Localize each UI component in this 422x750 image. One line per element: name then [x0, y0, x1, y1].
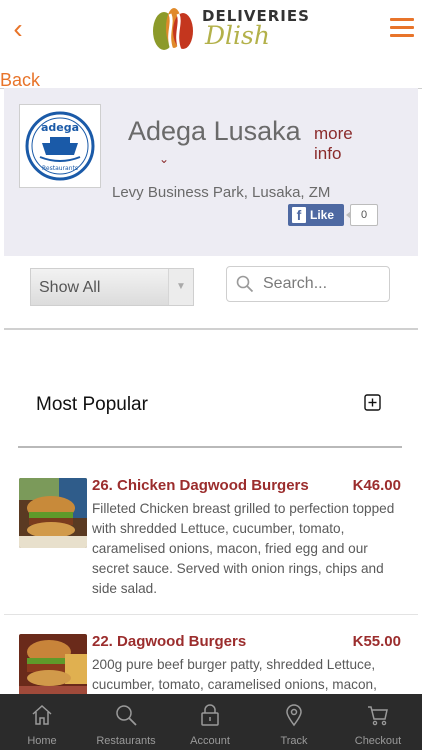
- menu-item-description: Filleted Chicken breast grilled to perfe…: [92, 501, 395, 596]
- more-info-label[interactable]: more info: [314, 124, 378, 164]
- cart-icon: [368, 706, 388, 726]
- back-row: Back: [0, 62, 422, 90]
- more-info-text[interactable]: more info: [314, 124, 353, 163]
- adega-logo-icon: adega Restaurants: [25, 111, 95, 181]
- menu-item-name: 26. Chicken Dagwood Burgers: [92, 477, 309, 494]
- menu-item[interactable]: 26. Chicken Dagwood Burgers K46.00 Fille…: [4, 460, 418, 615]
- category-select-value: Show All: [39, 279, 101, 296]
- restaurant-header: adega Restaurants Adega Lusaka more info…: [4, 88, 418, 256]
- top-bar: ‹ DELIVERIES Dlish: [0, 0, 422, 60]
- section-title: Most Popular: [36, 394, 148, 415]
- logo-mark-icon: [153, 8, 193, 51]
- facebook-like-label: Like: [310, 208, 335, 222]
- section-divider: [18, 446, 402, 448]
- home-icon: [32, 704, 52, 725]
- lock-icon: [201, 704, 219, 726]
- nav-label: Track: [280, 735, 308, 747]
- nav-tab-track[interactable]: Track: [252, 694, 336, 750]
- section-header[interactable]: Most Popular: [4, 330, 418, 448]
- logo-text-top: adega: [41, 121, 79, 134]
- nav-tab-account[interactable]: Account: [168, 694, 252, 750]
- nav-label: Checkout: [354, 735, 402, 747]
- select-arrow-icon: ▼: [168, 269, 193, 305]
- menu-item[interactable]: 22. Dagwood Burgers K55.00 200g pure bee…: [4, 616, 418, 696]
- search-icon: [116, 705, 137, 726]
- filter-bar: Show All ▼: [18, 262, 402, 314]
- restaurant-logo: adega Restaurants: [19, 104, 101, 188]
- chevron-down-icon[interactable]: ⌄: [159, 152, 169, 166]
- facebook-like-count: 0: [346, 204, 378, 226]
- menu-item-price: K55.00: [352, 633, 401, 650]
- search-box[interactable]: [226, 266, 390, 302]
- menu-item-name: 22. Dagwood Burgers: [92, 633, 247, 650]
- nav-label: Restaurants: [96, 735, 156, 747]
- nav-tab-home[interactable]: Home: [0, 694, 84, 750]
- logo-text-bottom: Restaurants: [42, 165, 78, 172]
- nav-tab-checkout[interactable]: Checkout: [336, 694, 420, 750]
- search-icon: [236, 275, 254, 293]
- nav-label: Home: [27, 735, 57, 747]
- bottom-nav: Home Restaurants Account Track Checkout: [0, 694, 422, 750]
- menu-item-price: K46.00: [352, 477, 401, 494]
- map-pin-icon: [286, 704, 302, 727]
- category-select[interactable]: Show All ▼: [30, 268, 194, 306]
- hamburger-menu-icon[interactable]: [390, 18, 414, 38]
- food-photo: [19, 478, 87, 548]
- nav-tab-restaurants[interactable]: Restaurants: [84, 694, 168, 750]
- restaurant-name: Adega Lusaka: [128, 116, 301, 146]
- food-photo: [19, 634, 87, 696]
- logo-word-dlish: Dlish: [205, 21, 270, 50]
- search-input[interactable]: [263, 273, 383, 295]
- menu-item-description: 200g pure beef burger patty, shredded Le…: [92, 657, 377, 692]
- restaurant-address: Levy Business Park, Lusaka, ZM: [112, 184, 331, 201]
- facebook-like-button[interactable]: f Like: [288, 204, 344, 226]
- app-logo: DELIVERIES Dlish: [150, 5, 309, 55]
- expand-plus-icon[interactable]: [364, 394, 381, 411]
- facebook-icon: f: [292, 207, 306, 223]
- back-chevron-icon[interactable]: ‹: [8, 14, 28, 44]
- nav-label: Account: [190, 735, 230, 747]
